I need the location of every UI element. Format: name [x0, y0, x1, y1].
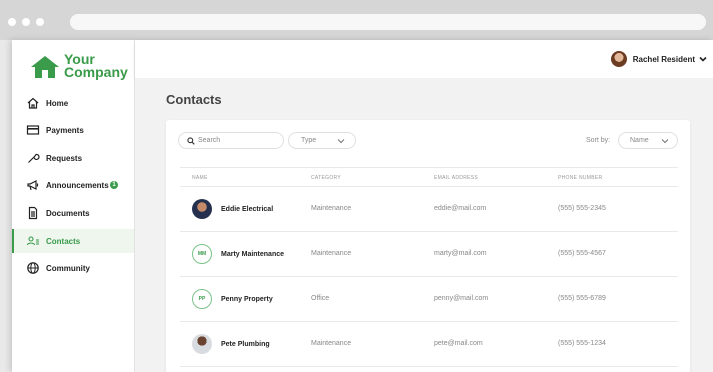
sidebar-item-label: Documents [46, 208, 90, 218]
browser-chrome [0, 0, 713, 40]
chevron-down-icon [699, 56, 707, 62]
brand-name: Your Company [64, 52, 128, 80]
house-logo-icon [31, 56, 59, 78]
type-filter-dropdown[interactable]: Type [288, 132, 356, 149]
document-icon [28, 206, 38, 220]
chevron-down-icon [661, 139, 669, 144]
contact-name: Pete Plumbing [221, 341, 270, 348]
credit-card-icon [26, 125, 40, 135]
window-close-dot[interactable] [8, 18, 16, 26]
contact-avatar [192, 334, 212, 354]
contact-avatar [192, 199, 212, 219]
search-placeholder: Search [198, 137, 221, 144]
contact-initials-avatar: PP [192, 289, 212, 309]
contacts-card: Search Type Sort by: Name NAME CATEGORY … [166, 120, 690, 372]
main-content: Contacts Search Type Sort by: Name NAME … [135, 78, 713, 372]
address-bar[interactable] [70, 14, 706, 30]
contact-phone[interactable]: (555) 555-6789 [558, 295, 606, 302]
sidebar-item-announcements[interactable]: Announcements 1 [12, 173, 134, 197]
sidebar-item-documents[interactable]: Documents [12, 201, 134, 225]
search-icon [187, 136, 195, 145]
table-row[interactable]: PP Penny Property Office penny@mail.com … [180, 277, 678, 322]
sidebar-item-label: Home [46, 98, 69, 108]
table-header: NAME CATEGORY EMAIL ADDRESS PHONE NUMBER [180, 167, 678, 187]
search-input[interactable]: Search [178, 132, 284, 149]
column-header-email[interactable]: EMAIL ADDRESS [434, 175, 478, 181]
contact-name: Penny Property [221, 296, 273, 303]
window-minimize-dot[interactable] [22, 18, 30, 26]
contact-category: Maintenance [311, 250, 352, 257]
sidebar-item-home[interactable]: Home [12, 91, 134, 115]
contact-name: Eddie Electrical [221, 206, 274, 213]
column-header-category[interactable]: CATEGORY [311, 175, 341, 181]
contact-email[interactable]: marty@mail.com [434, 250, 487, 257]
contact-name: Marty Maintenance [221, 251, 285, 258]
user-name: Rachel Resident [632, 54, 695, 64]
sidebar-item-label: Community [46, 263, 90, 273]
sidebar-item-payments[interactable]: Payments [12, 118, 134, 142]
contact-email[interactable]: penny@mail.com [434, 295, 488, 302]
sidebar-item-label: Payments [46, 125, 84, 135]
contact-initials-avatar: MM [192, 244, 212, 264]
contact-category: Maintenance [311, 340, 352, 347]
sort-by-value: Name [630, 137, 649, 144]
contact-phone[interactable]: (555) 555-4567 [558, 250, 606, 257]
page-title: Contacts [166, 92, 222, 107]
wrench-icon [28, 153, 40, 163]
sort-by-dropdown[interactable]: Name [618, 132, 678, 149]
brand-line-2: Company [64, 64, 128, 80]
sidebar-item-community[interactable]: Community [12, 256, 134, 280]
window-maximize-dot[interactable] [36, 18, 44, 26]
sort-by-label: Sort by: [586, 137, 611, 144]
chevron-down-icon [337, 139, 345, 144]
globe-icon [27, 262, 39, 274]
type-filter-label: Type [301, 137, 317, 144]
user-menu[interactable]: Rachel Resident [610, 50, 707, 68]
sidebar-item-contacts[interactable]: Contacts [12, 229, 134, 253]
home-icon [27, 97, 39, 109]
company-logo[interactable]: Your Company [29, 52, 129, 84]
sidebar-item-label: Requests [46, 153, 83, 163]
contact-category: Maintenance [311, 205, 352, 212]
notification-badge: 1 [110, 181, 118, 189]
sidebar-item-requests[interactable]: Requests [12, 146, 134, 170]
app-window: Your Company Home Payments Requests Anno… [12, 40, 713, 372]
column-header-phone[interactable]: PHONE NUMBER [558, 175, 602, 181]
contacts-icon [26, 236, 39, 246]
column-header-name[interactable]: NAME [192, 175, 208, 181]
contact-category: Office [311, 295, 330, 302]
sidebar-item-label: Contacts [46, 236, 81, 246]
user-avatar [610, 51, 627, 67]
sidebar: Your Company Home Payments Requests Anno… [12, 40, 135, 372]
top-bar: Rachel Resident [135, 40, 713, 78]
table-row[interactable]: Pete Plumbing Maintenance pete@mail.com … [180, 322, 678, 367]
table-row[interactable]: MM Marty Maintenance Maintenance marty@m… [180, 232, 678, 277]
contact-phone[interactable]: (555) 555-2345 [558, 205, 606, 212]
contact-email[interactable]: eddie@mail.com [434, 205, 486, 212]
table-row[interactable]: Eddie Electrical Maintenance eddie@mail.… [180, 187, 678, 232]
contact-email[interactable]: pete@mail.com [434, 340, 483, 347]
contact-phone[interactable]: (555) 555-1234 [558, 340, 606, 347]
megaphone-icon [27, 180, 39, 191]
sidebar-item-label: Announcements [46, 180, 109, 190]
